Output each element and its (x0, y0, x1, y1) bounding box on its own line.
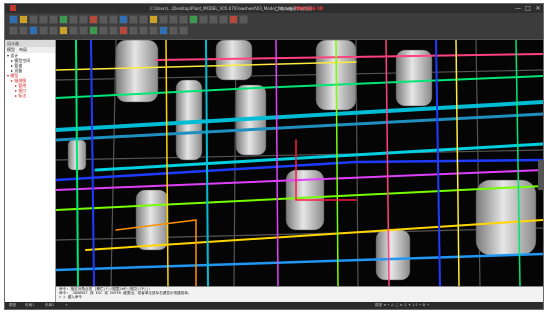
zoom-icon[interactable] (59, 26, 68, 35)
dimension-tool-icon[interactable] (139, 15, 148, 24)
view-top-icon[interactable] (9, 26, 18, 35)
block-insert-icon[interactable] (149, 15, 158, 24)
app-logo-icon[interactable] (10, 5, 16, 11)
command-line-area: 命令: 指定对角点或 [栅栏(F)/圈围(WP)/圈交(CP)]: 命令: _3… (56, 286, 543, 303)
redo-icon[interactable] (49, 15, 58, 24)
save-icon[interactable] (29, 15, 38, 24)
tab-layout[interactable]: 布局 (19, 47, 27, 53)
new-file-icon[interactable] (9, 15, 18, 24)
elbow-icon[interactable] (129, 26, 138, 35)
model-viewport[interactable] (56, 40, 543, 286)
layer-icon[interactable] (59, 15, 68, 24)
tree-item[interactable]: ▸ 标注 (7, 93, 55, 98)
toolbar-row-2 (9, 26, 188, 36)
ribbon-toolbar (5, 13, 543, 40)
text-tool-icon[interactable] (129, 15, 138, 24)
visual-style-icon[interactable] (69, 26, 78, 35)
highlight-label: PROCESS 3D (295, 6, 324, 11)
minimize-button[interactable]: — (513, 4, 523, 13)
scale-tool-icon[interactable] (189, 15, 198, 24)
polyline-tool-icon[interactable] (79, 15, 88, 24)
status-bar: 模型 布局1 布局2 + 模型 ≡ • ∠ □ ≡ ↕ ✦ 1:1 • ⚙ + (5, 302, 543, 309)
view-front-icon[interactable] (19, 26, 28, 35)
isometric-icon[interactable] (159, 26, 168, 35)
toolbar-row-1 (9, 15, 248, 25)
layout-tab-model[interactable]: 模型 (9, 302, 16, 309)
extend-tool-icon[interactable] (219, 15, 228, 24)
pan-icon[interactable] (49, 26, 58, 35)
project-tree: ▾ 设计 ▸ 模型空间 ▸ 管道 ▸ 设备 ▾ 模型 ▸ 轴测图 ▸ 管线 ▸ … (5, 53, 55, 98)
tee-icon[interactable] (139, 26, 148, 35)
panel-header: 设计器 (5, 40, 55, 47)
layout-tab-2[interactable]: 布局2 (45, 302, 54, 309)
plant-model-drawing (56, 40, 543, 286)
support-icon[interactable] (149, 26, 158, 35)
trim-tool-icon[interactable] (209, 15, 218, 24)
undo-icon[interactable] (39, 15, 48, 24)
valve-icon[interactable] (109, 26, 118, 35)
render-icon[interactable] (79, 26, 88, 35)
pipe-route-icon[interactable] (89, 26, 98, 35)
window-title: C:\Users\...\Desktop\Plant_MODEL_V05.07\… (150, 6, 293, 11)
equipment-icon[interactable] (99, 26, 108, 35)
orbit-icon[interactable] (39, 26, 48, 35)
settings-icon[interactable] (179, 26, 188, 35)
layout-tab-1[interactable]: 布局1 (25, 302, 34, 309)
flange-icon[interactable] (119, 26, 128, 35)
circle-tool-icon[interactable] (89, 15, 98, 24)
move-tool-icon[interactable] (159, 15, 168, 24)
scroll-handle[interactable] (538, 160, 544, 190)
arc-tool-icon[interactable] (99, 15, 108, 24)
line-tool-icon[interactable] (69, 15, 78, 24)
rotate-tool-icon[interactable] (179, 15, 188, 24)
copy-tool-icon[interactable] (169, 15, 178, 24)
erase-tool-icon[interactable] (229, 15, 238, 24)
title-bar: C:\Users\...\Desktop\Plant_MODEL_V05.07\… (5, 4, 543, 13)
status-toggles[interactable]: 模型 ≡ • ∠ □ ≡ ↕ ✦ 1:1 • ⚙ + (375, 302, 430, 309)
add-layout-button[interactable]: + (65, 302, 68, 309)
mirror-tool-icon[interactable] (199, 15, 208, 24)
hatch-tool-icon[interactable] (119, 15, 128, 24)
project-browser-panel: 设计器 模型 布局 ▾ 设计 ▸ 模型空间 ▸ 管道 ▸ 设备 ▾ 模型 ▸ 轴… (5, 40, 56, 302)
rectangle-tool-icon[interactable] (109, 15, 118, 24)
application-window: C:\Users\...\Desktop\Plant_MODEL_V05.07\… (4, 3, 544, 310)
command-input[interactable]: ✕ ▸ 键入命令 (56, 295, 543, 299)
report-icon[interactable] (169, 26, 178, 35)
open-file-icon[interactable] (19, 15, 28, 24)
view-iso-icon[interactable] (29, 26, 38, 35)
properties-icon[interactable] (239, 15, 248, 24)
close-button[interactable]: ✕ (533, 4, 543, 13)
maximize-button[interactable]: □ (523, 4, 533, 13)
